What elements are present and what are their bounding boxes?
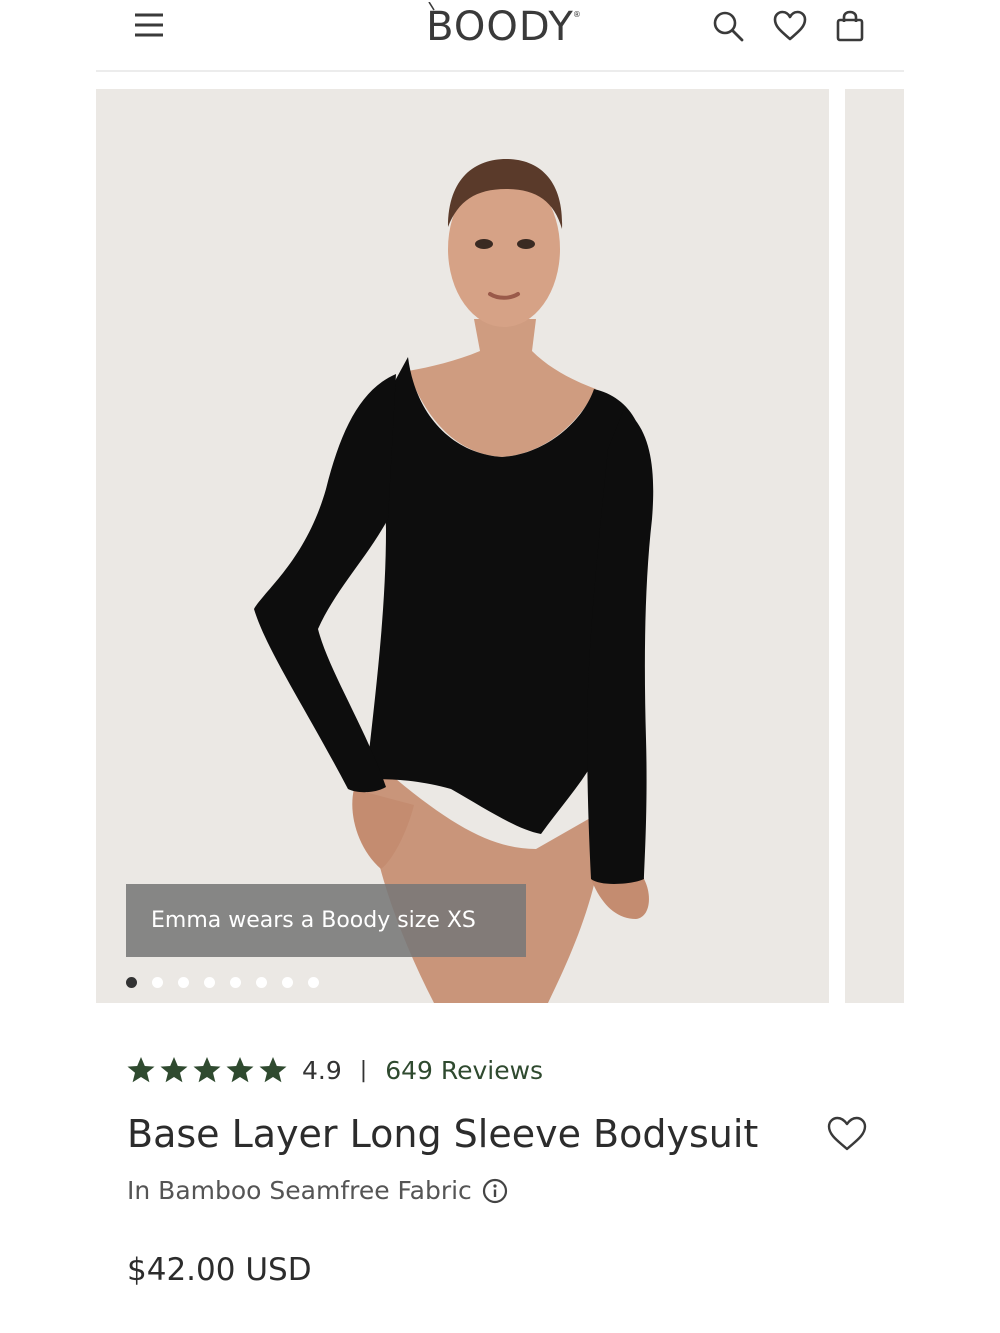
- rating-separator: |: [359, 1057, 368, 1083]
- size-caption: Emma wears a Boody size XS: [126, 884, 526, 957]
- carousel-dot[interactable]: [152, 977, 163, 988]
- search-icon[interactable]: [710, 8, 746, 44]
- carousel-dot[interactable]: [204, 977, 215, 988]
- star-icon: [193, 1057, 221, 1083]
- product-title: Base Layer Long Sleeve Bodysuit: [127, 1112, 759, 1156]
- next-image-slide-peek[interactable]: [845, 89, 904, 1003]
- model-photo: [254, 159, 654, 1003]
- fabric-row: In Bamboo Seamfree Fabric: [127, 1176, 508, 1205]
- rating-value: 4.9: [302, 1055, 342, 1085]
- carousel-dot[interactable]: [282, 977, 293, 988]
- carousel-dots: [126, 977, 319, 989]
- star-icon: [226, 1057, 254, 1083]
- product-image-gallery[interactable]: Emma wears a Boody size XS: [96, 89, 904, 1003]
- registered-mark: ®: [572, 10, 582, 19]
- site-header: BOODY ®: [96, 0, 904, 72]
- brand-name: BOODY: [426, 4, 574, 50]
- rating-row: 4.9 | 649 Reviews: [126, 1050, 543, 1090]
- carousel-dot[interactable]: [308, 977, 319, 988]
- carousel-dot[interactable]: [178, 977, 189, 988]
- product-subtitle: In Bamboo Seamfree Fabric: [127, 1176, 472, 1205]
- logo-leaf-mark: [428, 2, 435, 11]
- heart-outline-icon: [827, 1116, 867, 1151]
- product-image-slide[interactable]: Emma wears a Boody size XS: [96, 89, 829, 1003]
- bag-icon[interactable]: [832, 8, 868, 44]
- carousel-dot[interactable]: [230, 977, 241, 988]
- star-icon: [127, 1057, 155, 1083]
- carousel-dot[interactable]: [256, 977, 267, 988]
- star-icon: [160, 1057, 188, 1083]
- reviews-link[interactable]: 649 Reviews: [385, 1056, 543, 1085]
- info-icon[interactable]: [482, 1178, 508, 1204]
- heart-icon[interactable]: [772, 8, 808, 44]
- star-icon: [259, 1057, 287, 1083]
- product-price: $42.00 USD: [127, 1252, 312, 1288]
- star-rating: [126, 1055, 288, 1085]
- add-to-wishlist-button[interactable]: [826, 1114, 868, 1154]
- carousel-dot[interactable]: [126, 977, 137, 988]
